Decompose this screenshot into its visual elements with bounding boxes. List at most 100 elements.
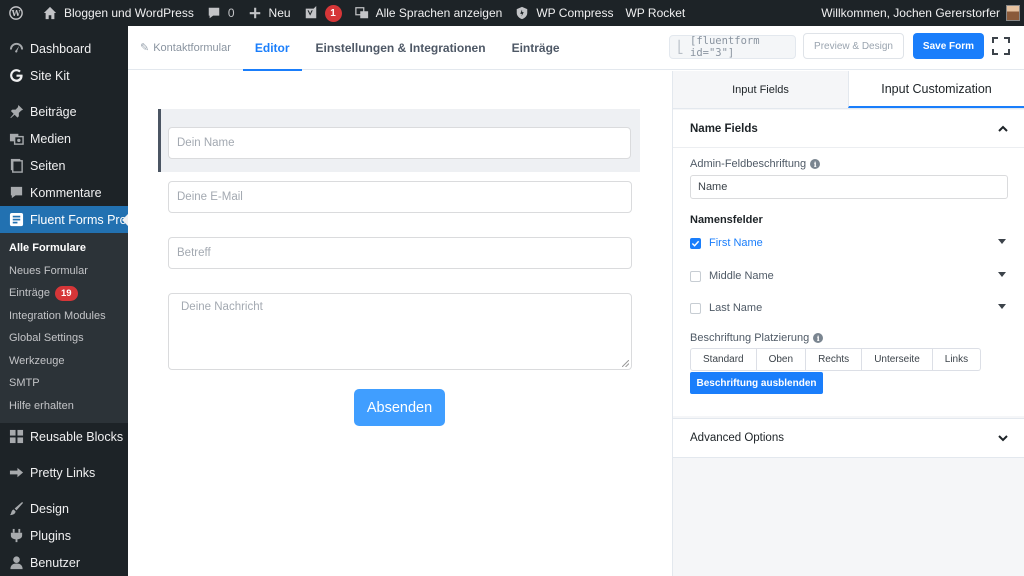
settings-panel: Input Fields Input Customization Name Fi…	[672, 71, 1024, 576]
submenu-global-settings[interactable]: Global Settings	[0, 327, 128, 350]
blocks-icon	[8, 429, 24, 445]
wprocket-label: WP Rocket	[625, 6, 686, 20]
shortcode-copy[interactable]: ⎣ [fluentform id="3"]	[669, 35, 796, 59]
tab-input-fields[interactable]: Input Fields	[673, 71, 848, 108]
yoast-icon	[303, 5, 319, 21]
sidebar-item-plugins[interactable]: Plugins	[0, 522, 128, 549]
last-name-checkbox[interactable]	[690, 302, 701, 314]
placement-links[interactable]: Links	[932, 348, 982, 371]
sidebar-item-label: Plugins	[30, 528, 71, 543]
submenu-all-forms[interactable]: Alle Formulare	[0, 237, 128, 260]
submenu-tools[interactable]: Werkzeuge	[0, 350, 128, 373]
admin-label-title: Admin-Feldbeschriftung i	[690, 158, 821, 170]
submenu-entries[interactable]: Einträge 19	[0, 282, 128, 305]
pencil-icon: ✎	[140, 42, 150, 54]
sidebar-item-fluent-forms[interactable]: Fluent Forms Pro	[0, 206, 128, 233]
placement-title-text: Beschriftung Platzierung	[690, 332, 810, 344]
placement-rechts[interactable]: Rechts	[806, 348, 863, 371]
email-field[interactable]: Deine E-Mail	[168, 181, 632, 213]
first-name-checkbox[interactable]	[690, 237, 701, 249]
plus-icon	[247, 5, 263, 21]
sidebar-item-dashboard[interactable]: Dashboard	[0, 35, 128, 62]
avatar	[1006, 5, 1020, 21]
sidebar-item-reusable-blocks[interactable]: Reusable Blocks	[0, 423, 128, 450]
placement-oben[interactable]: Oben	[756, 348, 807, 371]
greeting-text: Willkommen, Jochen Gererstorfer	[821, 6, 1000, 20]
plug-icon	[8, 528, 24, 544]
placement-unterseite[interactable]: Unterseite	[862, 348, 933, 371]
languages-menu[interactable]: Alle Sprachen anzeigen	[348, 0, 509, 26]
panel-tabs: Input Fields Input Customization	[673, 71, 1024, 109]
tab-settings-integrations[interactable]: Einstellungen & Integrationen	[302, 26, 498, 70]
placement-standard[interactable]: Standard	[690, 348, 757, 371]
sidebar-item-label: Fluent Forms Pro	[30, 212, 127, 227]
tab-editor[interactable]: Editor	[242, 26, 302, 71]
sidebar-item-label: Reusable Blocks	[30, 429, 124, 444]
form-name-tab[interactable]: ✎ Kontaktformular	[128, 26, 243, 70]
sidebar-item-sitekit[interactable]: Site Kit	[0, 62, 128, 89]
subject-field[interactable]: Betreff	[168, 237, 632, 269]
middle-name-checkbox[interactable]	[690, 270, 701, 282]
sidebar-item-users[interactable]: Benutzer	[0, 549, 128, 576]
comments-link[interactable]: 0	[200, 0, 241, 26]
dashboard-icon	[8, 41, 24, 57]
hide-label-button[interactable]: Beschriftung ausblenden	[690, 372, 823, 394]
media-icon	[8, 131, 24, 147]
middle-name-row[interactable]: Middle Name	[690, 266, 1008, 286]
preview-design-button[interactable]: Preview & Design	[803, 33, 904, 59]
submenu-new-form[interactable]: Neues Formular	[0, 260, 128, 283]
caret-down-icon[interactable]	[998, 272, 1006, 277]
first-name-row[interactable]: First Name	[690, 233, 1008, 253]
admin-label-text: Admin-Feldbeschriftung	[690, 158, 807, 170]
sidebar-item-label: Pretty Links	[30, 465, 96, 480]
sidebar-item-label: Medien	[30, 131, 71, 146]
sidebar-item-label: Kommentare	[30, 185, 102, 200]
name-fields-section: Name Fields Admin-Feldbeschriftung i Nam…	[673, 110, 1024, 416]
caret-down-icon[interactable]	[998, 304, 1006, 309]
wpcompress-label: WP Compress	[536, 6, 614, 20]
sidebar-item-label: Beiträge	[30, 104, 77, 119]
advanced-options-header[interactable]: Advanced Options	[673, 419, 1024, 457]
tab-entries[interactable]: Einträge	[498, 26, 572, 70]
my-account-menu[interactable]: Willkommen, Jochen Gererstorfer	[815, 0, 1024, 26]
resize-icon[interactable]	[622, 360, 629, 367]
copy-icon: ⎣	[677, 40, 685, 54]
page-icon	[8, 158, 24, 174]
sidebar-item-label: Design	[30, 501, 69, 516]
submit-button[interactable]: Absenden	[354, 389, 445, 426]
first-name-label: First Name	[709, 237, 763, 249]
save-form-button[interactable]: Save Form	[913, 33, 984, 59]
section-title: Name Fields	[690, 122, 758, 135]
submenu-help[interactable]: Hilfe erhalten	[0, 395, 128, 418]
entries-badge: 19	[54, 285, 78, 301]
new-content-link[interactable]: Neu	[241, 0, 297, 26]
info-icon[interactable]: i	[813, 333, 824, 343]
caret-down-icon[interactable]	[998, 239, 1006, 244]
yoast-menu[interactable]: 1	[297, 0, 348, 26]
sidebar-item-pretty-links[interactable]: Pretty Links	[0, 459, 128, 486]
submenu-integration-modules[interactable]: Integration Modules	[0, 305, 128, 328]
wpcompress-menu[interactable]: WP Compress	[508, 0, 619, 26]
name-fields-header[interactable]: Name Fields	[673, 110, 1024, 148]
languages-label: Alle Sprachen anzeigen	[375, 6, 503, 20]
fullscreen-icon[interactable]	[992, 37, 1010, 55]
site-name-link[interactable]: Bloggen und WordPress	[36, 0, 200, 26]
sidebar-item-label: Benutzer	[30, 555, 81, 570]
sidebar-item-comments[interactable]: Kommentare	[0, 179, 128, 206]
sidebar-item-design[interactable]: Design	[0, 495, 128, 522]
last-name-row[interactable]: Last Name	[690, 298, 1008, 318]
chevron-down-icon	[998, 435, 1008, 442]
wp-logo-item[interactable]: W	[0, 0, 36, 26]
advanced-options-section: Advanced Options	[673, 418, 1024, 458]
home-icon	[42, 5, 58, 21]
tab-input-customization[interactable]: Input Customization	[848, 71, 1024, 108]
sidebar-item-posts[interactable]: Beiträge	[0, 98, 128, 125]
message-field[interactable]: Deine Nachricht	[168, 293, 632, 370]
info-icon[interactable]: i	[810, 159, 821, 169]
submenu-smtp[interactable]: SMTP	[0, 372, 128, 395]
wprocket-menu[interactable]: WP Rocket	[619, 0, 691, 26]
sidebar-item-media[interactable]: Medien	[0, 125, 128, 152]
admin-label-input[interactable]: Name	[690, 175, 1008, 199]
sidebar-item-pages[interactable]: Seiten	[0, 152, 128, 179]
name-field[interactable]: Dein Name	[168, 127, 631, 159]
